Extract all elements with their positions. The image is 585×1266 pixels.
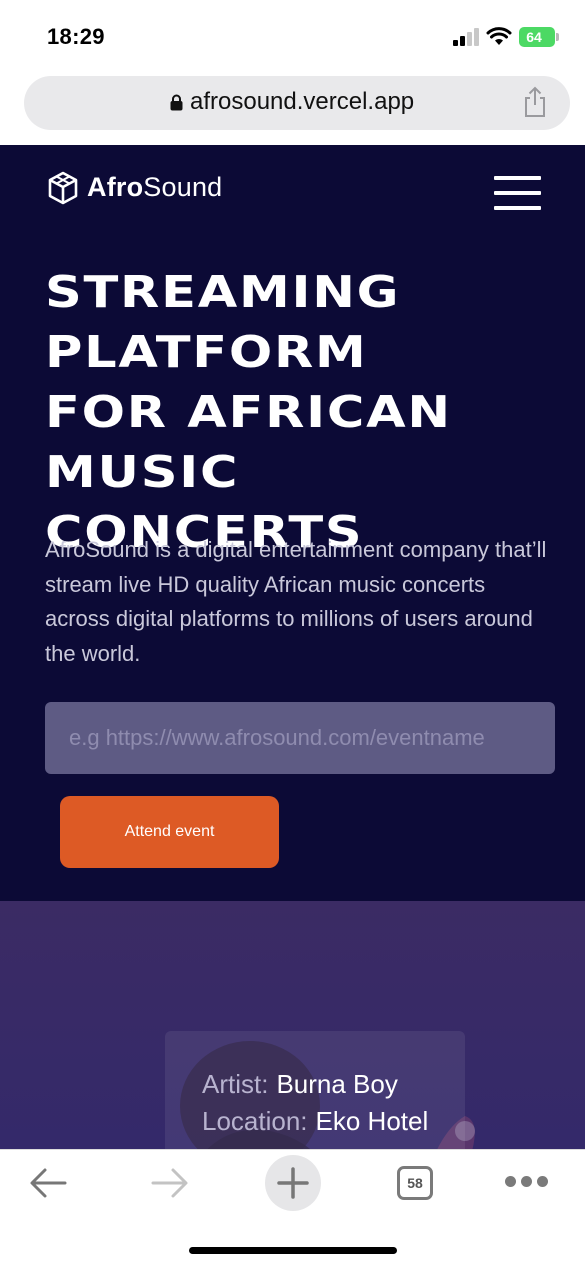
hero-title-line: MUSIC xyxy=(45,447,240,498)
wifi-icon xyxy=(486,27,512,45)
home-indicator xyxy=(189,1247,397,1254)
tabs-icon[interactable]: 58 xyxy=(397,1166,433,1200)
status-time: 18:29 xyxy=(47,24,105,49)
hero-section: AfroSound STREAMING PLATFORM FOR AFRICAN… xyxy=(0,145,585,901)
artist-row: Artist: Burna Boy xyxy=(202,1069,398,1100)
forward-arrow-icon[interactable] xyxy=(150,1166,190,1200)
status-bar: 18:29 64 xyxy=(0,0,585,70)
battery-icon: 64 xyxy=(519,27,555,47)
plus-icon xyxy=(277,1167,309,1199)
hero-title: STREAMING PLATFORM FOR AFRICAN MUSIC CON… xyxy=(45,263,585,563)
location-value: Eko Hotel xyxy=(315,1106,429,1136)
share-icon[interactable] xyxy=(523,86,547,118)
event-section: Artist: Burna Boy Location: Eko Hotel xyxy=(0,901,585,1149)
event-url-input[interactable] xyxy=(45,702,555,774)
event-card[interactable]: Artist: Burna Boy Location: Eko Hotel xyxy=(165,1031,465,1149)
attend-event-button[interactable]: Attend event xyxy=(60,796,279,868)
new-tab-button[interactable] xyxy=(265,1155,321,1211)
site-logo[interactable]: AfroSound xyxy=(87,172,222,203)
signal-icon xyxy=(453,28,481,46)
more-icon[interactable] xyxy=(505,1176,549,1188)
location-row: Location: Eko Hotel xyxy=(202,1106,428,1137)
cube-icon xyxy=(48,171,78,205)
lock-icon xyxy=(170,94,183,111)
battery-nub xyxy=(556,33,559,41)
location-label: Location: xyxy=(202,1106,308,1136)
back-arrow-icon[interactable] xyxy=(28,1166,68,1200)
browser-toolbar: 58 xyxy=(0,1149,585,1266)
hero-title-line: STREAMING xyxy=(45,267,401,318)
logo-light: Sound xyxy=(143,172,223,202)
logo-bold: Afro xyxy=(87,172,144,202)
artist-label: Artist: xyxy=(202,1069,269,1099)
hero-title-line: PLATFORM xyxy=(45,327,368,378)
artist-value: Burna Boy xyxy=(276,1069,398,1099)
hero-title-line: FOR AFRICAN xyxy=(45,387,452,438)
hamburger-menu-icon[interactable] xyxy=(494,176,541,210)
battery-level: 64 xyxy=(526,29,542,45)
url-text[interactable]: afrosound.vercel.app xyxy=(190,88,414,116)
address-bar[interactable]: afrosound.vercel.app xyxy=(24,76,570,130)
hero-description: AfroSound is a digital entertainment com… xyxy=(45,537,547,666)
